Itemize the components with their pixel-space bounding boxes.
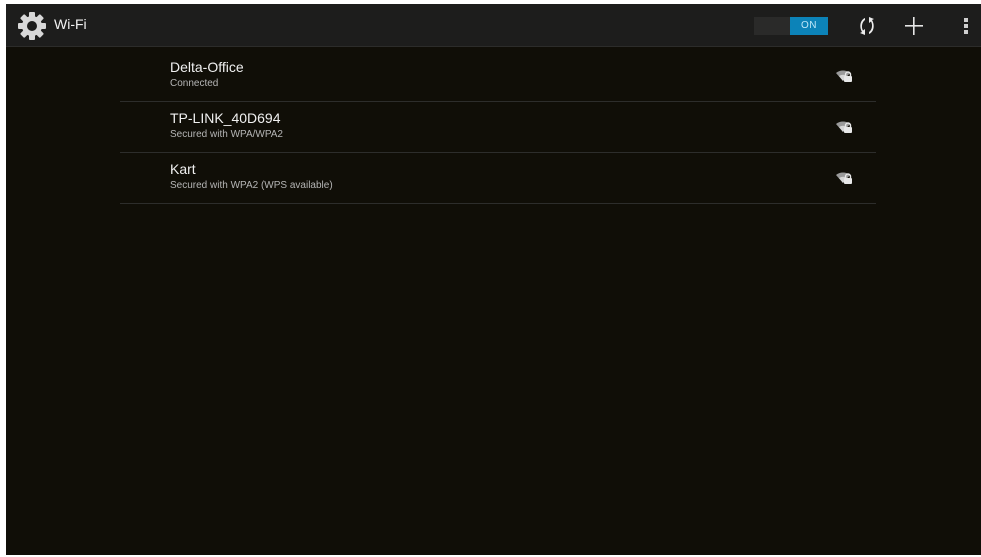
network-name: TP-LINK_40D694 [170,110,281,126]
network-item[interactable]: TP-LINK_40D694 Secured with WPA/WPA2 [120,102,876,153]
wifi-signal-locked-icon [835,119,853,135]
page-title: Wi-Fi [54,16,87,32]
network-name: Kart [170,161,196,177]
settings-gear-icon[interactable] [16,10,48,42]
network-status: Connected [170,78,219,89]
network-list: Delta-Office Connected TP-LINK_40D694 Se… [120,51,876,204]
action-bar: Wi-Fi ON [6,4,981,47]
wps-icon[interactable] [856,15,878,37]
network-status: Secured with WPA/WPA2 [170,129,283,140]
add-network-icon[interactable] [903,15,925,37]
network-status: Secured with WPA2 (WPS available) [170,180,333,191]
network-item[interactable]: Kart Secured with WPA2 (WPS available) [120,153,876,204]
overflow-menu-icon[interactable] [961,16,971,36]
wifi-toggle[interactable]: ON [754,17,828,35]
toggle-on-label: ON [790,17,828,35]
network-item[interactable]: Delta-Office Connected [120,51,876,102]
wifi-settings-screen: Wi-Fi ON Delta-Office Connected TP-LINK_… [6,4,981,555]
wifi-signal-locked-icon [835,170,853,186]
network-name: Delta-Office [170,59,244,75]
wifi-signal-locked-icon [835,68,853,84]
